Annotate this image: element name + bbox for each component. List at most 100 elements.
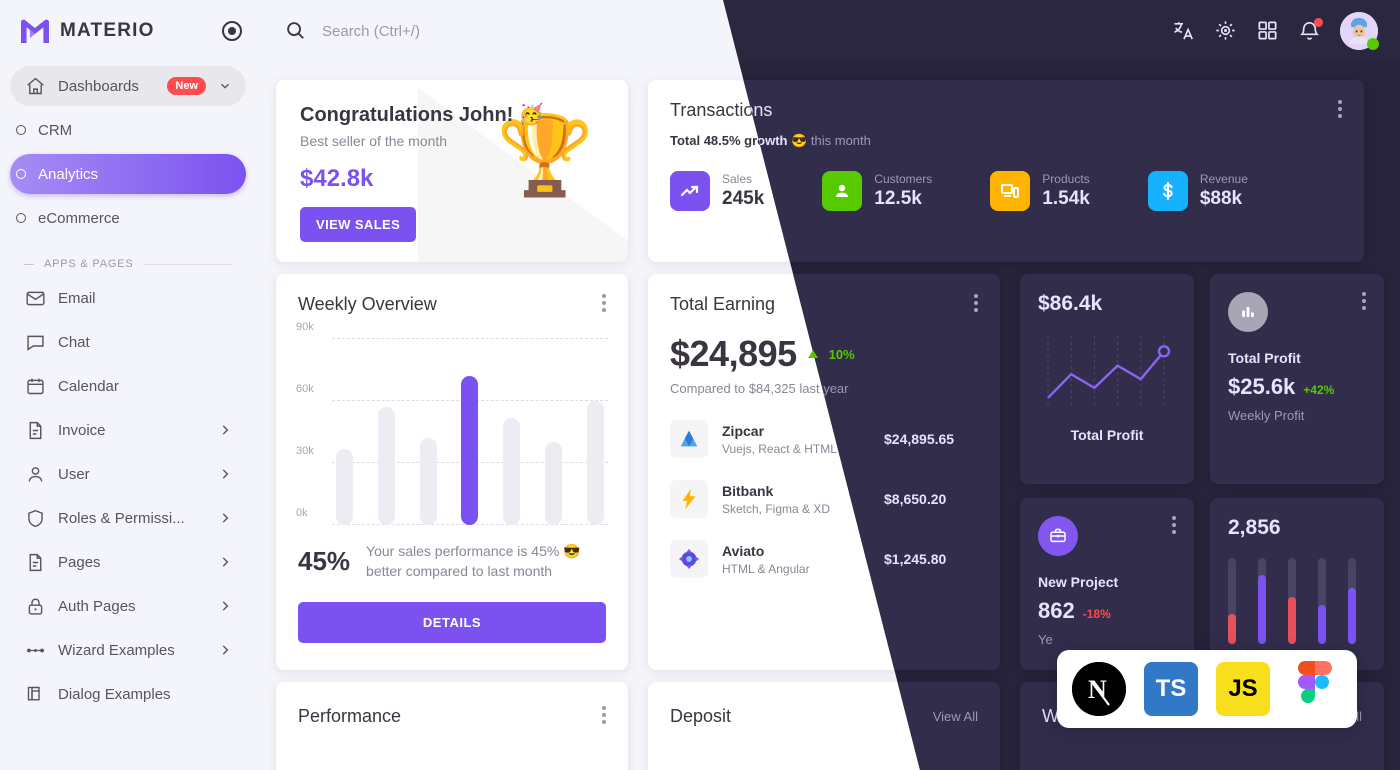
stat-value: $88k bbox=[1199, 188, 1243, 209]
view-sales-button[interactable]: VIEW SALES bbox=[300, 207, 417, 242]
section-dash bbox=[24, 263, 34, 265]
sidebar-item-chat[interactable]: Chat bbox=[10, 322, 246, 362]
circle-dot-icon bbox=[16, 125, 26, 135]
chevron-right-icon bbox=[218, 511, 232, 525]
session-bar-fill bbox=[1228, 614, 1236, 644]
user-avatar[interactable] bbox=[1340, 12, 1379, 50]
chat-bubble-icon bbox=[24, 331, 46, 353]
transaction-stat: Revenue $88k bbox=[1147, 171, 1248, 211]
stat-label: Revenue bbox=[1199, 172, 1248, 186]
javascript-logo-icon[interactable]: JS bbox=[1216, 662, 1270, 716]
sidebar-item-label: CRM bbox=[38, 121, 73, 139]
weekly-profit-more-menu[interactable] bbox=[1362, 292, 1366, 310]
weekly-bar bbox=[545, 442, 563, 525]
weekly-y-tick: 90k bbox=[296, 321, 314, 333]
total-profit-value: $86.4k bbox=[1038, 292, 1103, 315]
session-bar-track bbox=[1348, 558, 1356, 644]
circle-dot-icon bbox=[16, 169, 26, 179]
weekly-profit-delta: +42% bbox=[1303, 383, 1335, 397]
user-icon bbox=[24, 463, 46, 485]
typescript-logo-icon[interactable]: TS bbox=[1144, 662, 1198, 716]
sidebar-item-dialog-examples[interactable]: Dialog Examples bbox=[10, 674, 246, 714]
typescript-label: TS bbox=[1155, 675, 1187, 702]
congrats-heading: Congratulations John! 🥳 bbox=[300, 104, 544, 126]
congratulations-card: 🏆 Congratulations John! 🥳 Best seller of… bbox=[276, 80, 628, 262]
sidebar-item-ecommerce[interactable]: eCommerce bbox=[10, 198, 246, 238]
chevron-right-icon bbox=[218, 643, 232, 657]
search-input[interactable] bbox=[322, 22, 702, 40]
sidebar-item-label: User bbox=[58, 465, 90, 483]
earning-more-menu[interactable] bbox=[974, 294, 978, 312]
transaction-stat: Sales 245k bbox=[670, 171, 764, 211]
performance-more-menu[interactable] bbox=[602, 706, 606, 724]
sidebar-item-label: Chat bbox=[58, 333, 90, 351]
appbar-icon-group bbox=[1172, 12, 1379, 50]
performance-card: Performance bbox=[276, 682, 628, 770]
notification-badge-dot bbox=[1314, 18, 1323, 27]
earning-value: $1,245.80 bbox=[884, 551, 947, 567]
session-bar-fill bbox=[1258, 575, 1266, 644]
sidebar-item-roles-permissions[interactable]: Roles & Permissi... bbox=[10, 498, 246, 538]
session-bar-track bbox=[1228, 558, 1236, 644]
weekly-bar bbox=[377, 407, 395, 525]
new-project-more-menu[interactable] bbox=[1172, 516, 1176, 534]
sidebar-item-calendar[interactable]: Calendar bbox=[10, 366, 246, 406]
sidebar-item-label: Pages bbox=[58, 553, 101, 571]
earning-tag: Sketch, Figma & XD bbox=[722, 501, 831, 516]
weekly-overview-title: Weekly Overview bbox=[298, 294, 437, 314]
sidebar-item-label: Roles & Permissi... bbox=[58, 509, 185, 527]
chart-bars bbox=[336, 339, 604, 525]
file-text-icon bbox=[24, 551, 46, 573]
javascript-label: JS bbox=[1228, 675, 1258, 702]
online-status-indicator bbox=[1367, 38, 1379, 50]
home-icon bbox=[24, 75, 46, 97]
earning-tag: Vuejs, React & HTML bbox=[722, 441, 837, 456]
details-button[interactable]: DETAILS bbox=[298, 601, 606, 643]
sidebar-item-pages[interactable]: Pages bbox=[10, 542, 246, 582]
sidebar-item-wizard-examples[interactable]: Wizard Examples bbox=[10, 630, 246, 670]
sidebar-item-label: Analytics bbox=[38, 165, 99, 183]
total-profit-line-card: $86.4k Total Profit bbox=[1020, 274, 1194, 484]
sidebar-item-email[interactable]: Email bbox=[10, 278, 246, 318]
weekly-bar-chart: 0k 30k 60k 90k bbox=[296, 321, 608, 525]
mail-icon bbox=[24, 287, 46, 309]
congrats-amount: $42.8k bbox=[300, 165, 374, 192]
session-bar-track bbox=[1318, 558, 1326, 644]
brand-header: MATERIO bbox=[0, 0, 260, 62]
sidebar-item-user[interactable]: User bbox=[10, 454, 246, 494]
copy-icon bbox=[24, 683, 46, 705]
grid-apps-icon[interactable] bbox=[1256, 19, 1280, 43]
total-profit-sparkline bbox=[1047, 336, 1171, 406]
weekly-bar bbox=[503, 418, 521, 525]
sidebar-item-invoice[interactable]: Invoice bbox=[10, 410, 246, 450]
aviato-logo-icon bbox=[670, 540, 708, 578]
weekly-more-menu[interactable] bbox=[602, 294, 606, 312]
sidebar-item-auth-pages[interactable]: Auth Pages bbox=[10, 586, 246, 626]
new-project-value: 862 bbox=[1038, 598, 1075, 623]
sun-theme-icon[interactable] bbox=[1214, 19, 1238, 43]
weekly-bar bbox=[586, 401, 604, 525]
transactions-subtitle: Total 48.5% growth 😎 this month bbox=[723, 133, 1364, 149]
session-bar-track bbox=[1258, 558, 1266, 644]
weekly-bar bbox=[336, 449, 353, 525]
lock-icon bbox=[24, 595, 46, 617]
transactions-more-menu[interactable] bbox=[1338, 100, 1342, 118]
deposit-view-all-link[interactable]: View All bbox=[933, 709, 978, 724]
file-text-icon bbox=[24, 419, 46, 441]
figma-logo-icon[interactable] bbox=[1288, 661, 1342, 716]
nextjs-logo-icon[interactable]: N bbox=[1072, 662, 1126, 716]
earning-growth: 10% bbox=[828, 346, 855, 362]
sidebar-item-crm[interactable]: CRM bbox=[10, 110, 246, 150]
collapse-radio-icon[interactable] bbox=[222, 21, 242, 41]
sidebar-item-label: Dialog Examples bbox=[58, 685, 171, 703]
briefcase-icon bbox=[1038, 516, 1078, 556]
new-project-card: New Project 862 -18% Ye bbox=[1020, 498, 1194, 670]
chevron-right-icon bbox=[218, 555, 232, 569]
weekly-overview-card: Weekly Overview 0k 30k 60k 90k 45% Your sal… bbox=[276, 274, 628, 670]
translate-icon[interactable] bbox=[1172, 19, 1196, 43]
sidebar-item-analytics[interactable]: Analytics bbox=[10, 154, 246, 194]
sidebar-item-dashboards[interactable]: Dashboards New bbox=[10, 66, 246, 106]
bell-notification-icon[interactable] bbox=[1298, 18, 1323, 43]
trending-up-icon bbox=[670, 171, 710, 211]
shield-icon bbox=[24, 507, 46, 529]
